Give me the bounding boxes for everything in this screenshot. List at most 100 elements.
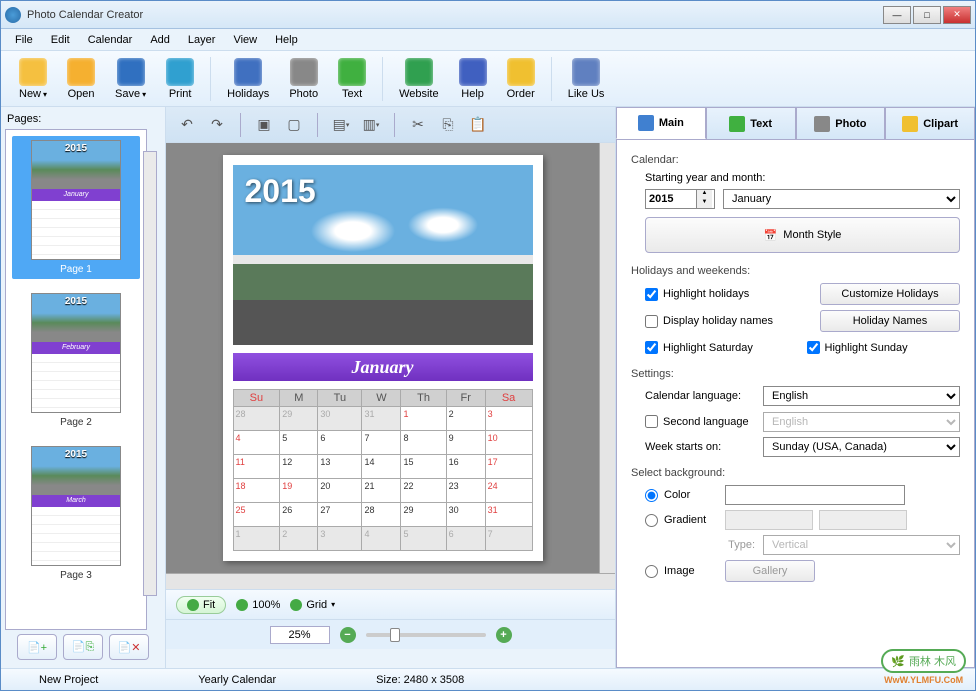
open-button[interactable]: Open xyxy=(57,56,105,102)
copy-button[interactable]: ⎘ xyxy=(435,112,461,138)
save-button[interactable]: Save▾ xyxy=(105,56,156,102)
highlight-saturday-checkbox[interactable] xyxy=(645,341,658,354)
calendar-photo[interactable]: 2015 xyxy=(233,165,533,345)
app-icon xyxy=(5,7,21,23)
bring-front-button[interactable]: ▣ xyxy=(251,112,277,138)
menu-view[interactable]: View xyxy=(225,32,265,48)
zoom-out-button[interactable]: − xyxy=(340,627,356,643)
tab-main[interactable]: Main xyxy=(616,107,706,139)
customize-holidays-button[interactable]: Customize Holidays xyxy=(820,283,960,305)
new-button[interactable]: New▾ xyxy=(9,56,57,102)
menu-bar: FileEditCalendarAddLayerViewHelp xyxy=(1,29,975,51)
month-select[interactable]: January xyxy=(723,189,960,209)
like-us-button[interactable]: Like Us xyxy=(558,56,615,102)
gallery-button: Gallery xyxy=(725,560,815,582)
tab-clipart[interactable]: Clipart xyxy=(885,107,975,139)
cut-button[interactable]: ✂ xyxy=(405,112,431,138)
canvas-scrollbar-horizontal[interactable] xyxy=(166,573,615,589)
duplicate-page-button[interactable]: 📄⎘ xyxy=(63,634,103,660)
align-v-button[interactable]: ▥▾ xyxy=(358,112,384,138)
order-button[interactable]: Order xyxy=(497,56,545,102)
redo-button[interactable]: ↷ xyxy=(204,112,230,138)
zoom-slider[interactable] xyxy=(366,633,486,637)
canvas-toolbar: ↶ ↷ ▣ ▢ ▤▾ ▥▾ ✂ ⎘ 📋 xyxy=(166,107,615,143)
zoom-input[interactable] xyxy=(270,626,330,644)
bg-image-radio[interactable] xyxy=(645,565,658,578)
watermark: 🌿雨林 木风 WwW.YLMFU.CoM xyxy=(881,649,966,685)
menu-layer[interactable]: Layer xyxy=(180,32,224,48)
highlight-sunday-checkbox[interactable] xyxy=(807,341,820,354)
zoom-bar: Fit 100% Grid ▾ xyxy=(166,589,615,619)
property-tabs: MainTextPhotoClipart xyxy=(616,107,975,139)
tab-text[interactable]: Text xyxy=(706,107,796,139)
minimize-button[interactable]: — xyxy=(883,6,911,24)
photo-button[interactable]: Photo xyxy=(279,56,328,102)
thumbs-scrollbar[interactable] xyxy=(143,151,157,596)
second-language-checkbox[interactable] xyxy=(645,415,658,428)
page-thumb[interactable]: 2015JanuaryPage 1 xyxy=(12,136,140,279)
close-button[interactable]: ✕ xyxy=(943,6,971,24)
align-h-button[interactable]: ▤▾ xyxy=(328,112,354,138)
status-project: New Project xyxy=(9,674,128,686)
delete-page-button[interactable]: 📄✕ xyxy=(109,634,149,660)
calendar-group-label: Calendar: xyxy=(631,154,960,166)
calendar-page[interactable]: 2015 January SuMTuWThFrSa282930311234567… xyxy=(223,155,543,561)
year-spinner[interactable]: ▲▼ xyxy=(645,189,715,209)
page-thumb[interactable]: 2015FebruaryPage 2 xyxy=(12,289,140,432)
month-header[interactable]: January xyxy=(233,353,533,381)
zoom-in-button[interactable]: + xyxy=(496,627,512,643)
undo-button[interactable]: ↶ xyxy=(174,112,200,138)
menu-edit[interactable]: Edit xyxy=(43,32,78,48)
menu-calendar[interactable]: Calendar xyxy=(80,32,141,48)
calendar-grid[interactable]: SuMTuWThFrSa2829303112345678910111213141… xyxy=(233,389,533,551)
year-text[interactable]: 2015 xyxy=(245,173,316,210)
calendar-icon: 📅 xyxy=(764,229,778,242)
fit-button[interactable]: Fit xyxy=(176,596,226,614)
main-tab-content: Calendar: Starting year and month: ▲▼ Ja… xyxy=(616,139,975,668)
bg-color-picker[interactable] xyxy=(725,485,905,505)
second-language-select: English xyxy=(763,412,960,432)
text-button[interactable]: Text xyxy=(328,56,376,102)
background-group-label: Select background: xyxy=(631,467,960,479)
page-thumbnails[interactable]: 2015JanuaryPage 12015FebruaryPage 22015M… xyxy=(5,129,147,630)
week-start-select[interactable]: Sunday (USA, Canada) xyxy=(763,437,960,457)
display-holiday-names-checkbox[interactable] xyxy=(645,315,658,328)
highlight-holidays-checkbox[interactable] xyxy=(645,288,658,301)
menu-help[interactable]: Help xyxy=(267,32,306,48)
bg-color-radio[interactable] xyxy=(645,489,658,502)
canvas-area[interactable]: 2015 January SuMTuWThFrSa282930311234567… xyxy=(166,143,599,573)
page-thumb[interactable]: 2015MarchPage 3 xyxy=(12,442,140,585)
status-type: Yearly Calendar xyxy=(168,674,306,686)
holiday-names-button[interactable]: Holiday Names xyxy=(820,310,960,332)
send-back-button[interactable]: ▢ xyxy=(281,112,307,138)
zoom-100-button[interactable]: 100% xyxy=(236,599,280,611)
zoom-controls: − + xyxy=(166,619,615,649)
language-select[interactable]: English xyxy=(763,386,960,406)
tab-photo[interactable]: Photo xyxy=(796,107,886,139)
status-bar: New Project Yearly Calendar Size: 2480 x… xyxy=(1,668,975,690)
print-button[interactable]: Print xyxy=(156,56,204,102)
menu-add[interactable]: Add xyxy=(142,32,178,48)
website-button[interactable]: Website xyxy=(389,56,449,102)
help-button[interactable]: Help xyxy=(449,56,497,102)
window-title: Photo Calendar Creator xyxy=(27,9,883,21)
holidays-group-label: Holidays and weekends: xyxy=(631,265,960,277)
pages-panel: Pages: 2015JanuaryPage 12015FebruaryPage… xyxy=(1,107,166,668)
maximize-button[interactable]: □ xyxy=(913,6,941,24)
start-label: Starting year and month: xyxy=(645,172,960,184)
add-page-button[interactable]: 📄+ xyxy=(17,634,57,660)
canvas-scrollbar-vertical[interactable] xyxy=(599,143,615,573)
properties-panel: MainTextPhotoClipart Calendar: Starting … xyxy=(615,107,975,668)
status-size: Size: 2480 x 3508 xyxy=(346,674,494,686)
main-toolbar: New▾OpenSave▾Print HolidaysPhotoText Websi… xyxy=(1,51,975,107)
month-style-button[interactable]: 📅 Month Style xyxy=(645,217,960,253)
holidays-button[interactable]: Holidays xyxy=(217,56,279,102)
bg-gradient-radio[interactable] xyxy=(645,514,658,527)
grid-toggle[interactable]: Grid ▾ xyxy=(290,599,335,611)
canvas-panel: ↶ ↷ ▣ ▢ ▤▾ ▥▾ ✂ ⎘ 📋 2015 J xyxy=(166,107,615,668)
gradient-type-select: Vertical xyxy=(763,535,960,555)
pages-label: Pages: xyxy=(5,111,161,129)
title-bar: Photo Calendar Creator — □ ✕ xyxy=(1,1,975,29)
paste-button[interactable]: 📋 xyxy=(465,112,491,138)
menu-file[interactable]: File xyxy=(7,32,41,48)
